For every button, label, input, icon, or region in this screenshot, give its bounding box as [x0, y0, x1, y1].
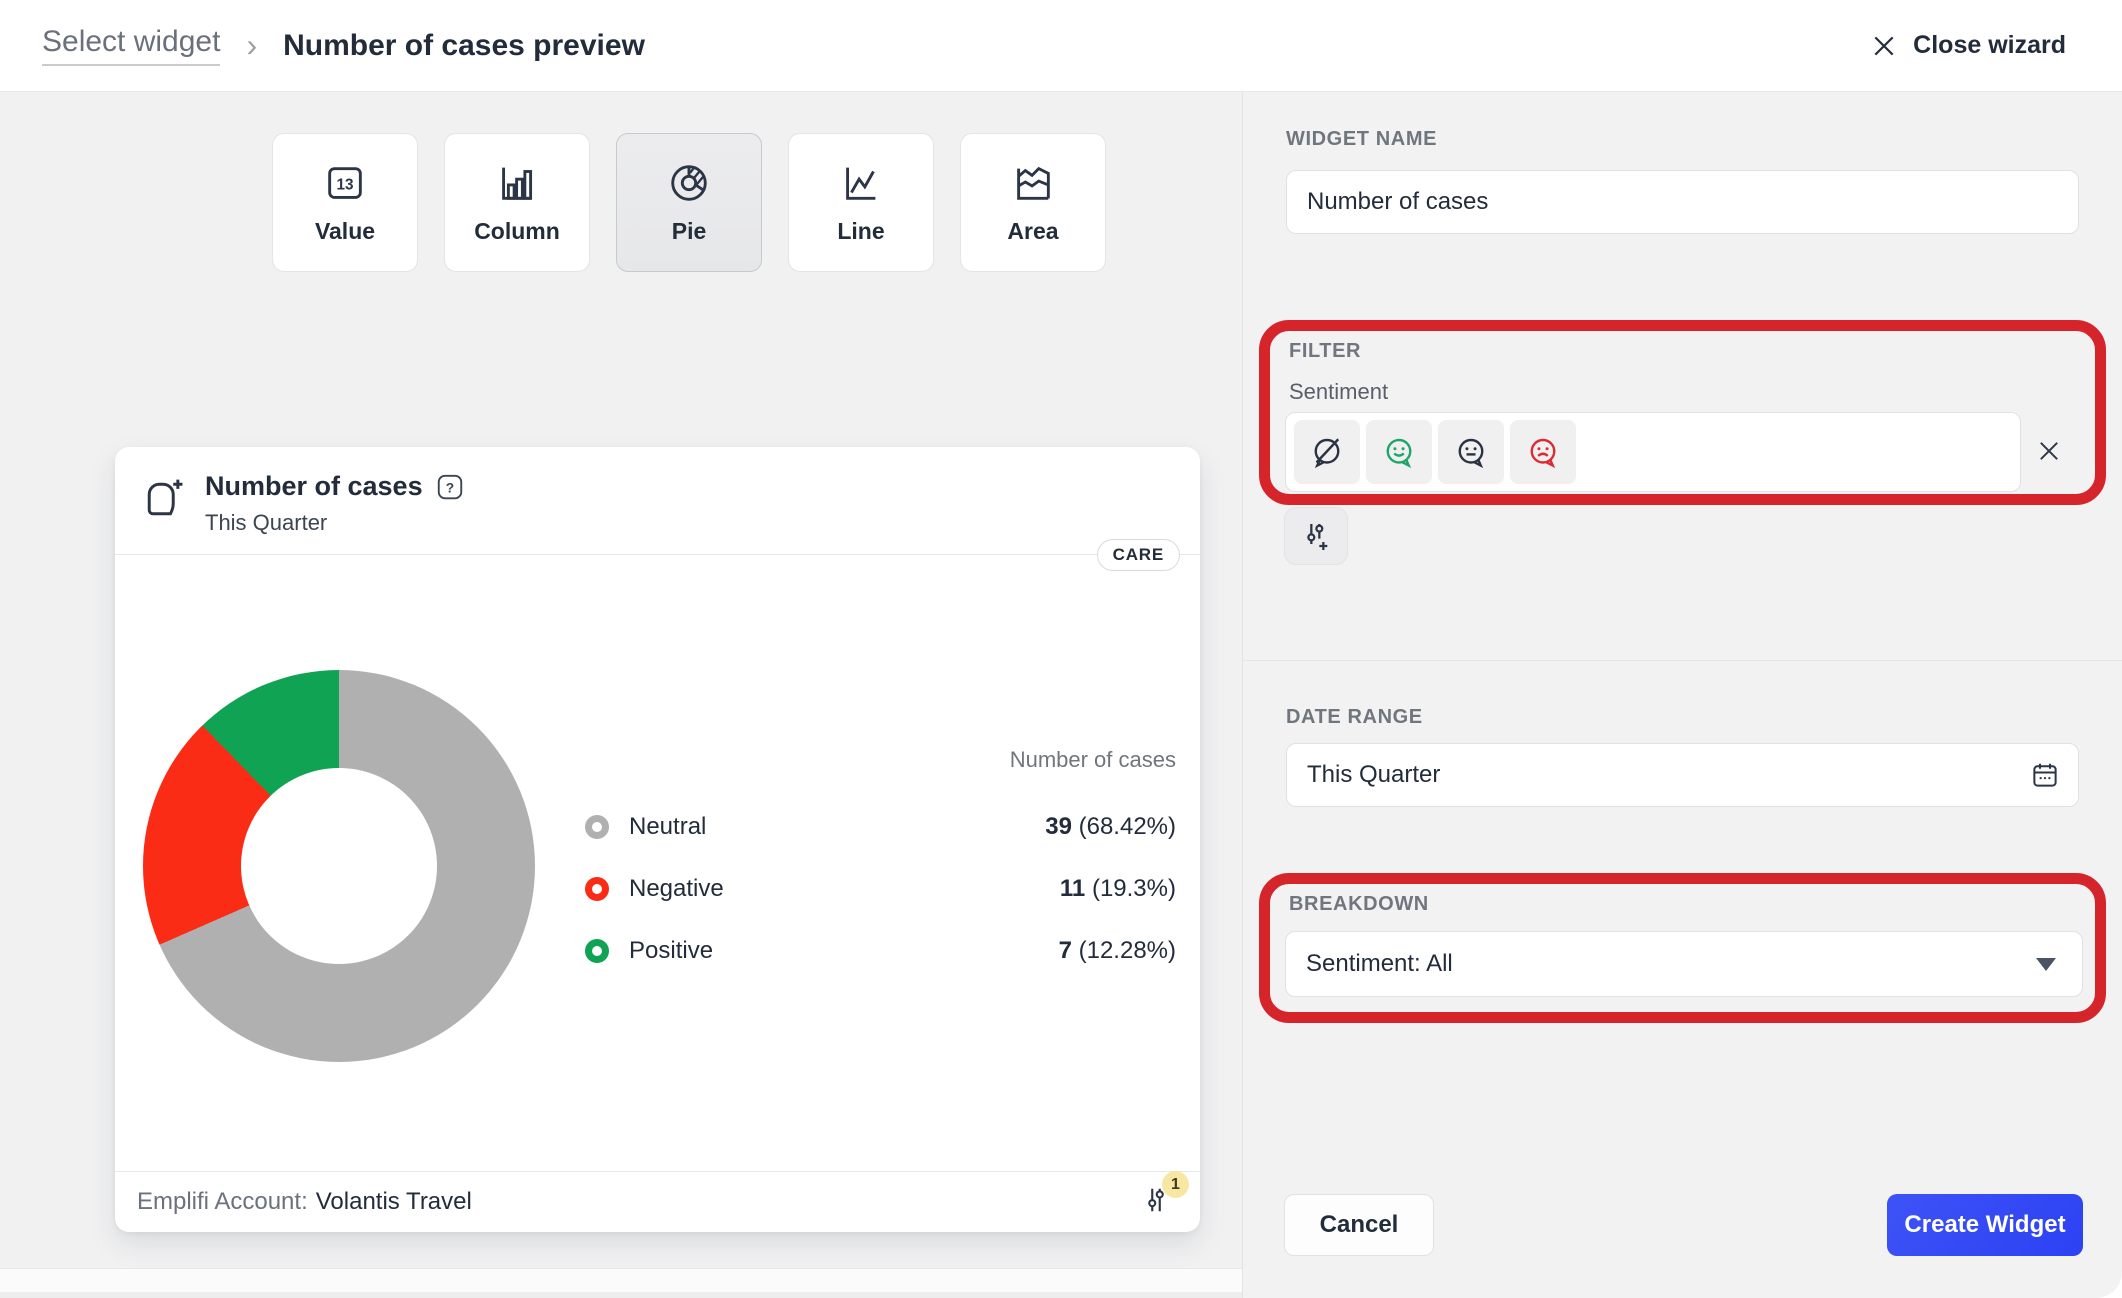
sentiment-positive-icon: [1381, 434, 1417, 470]
filter-count-badge: 1: [1162, 1171, 1189, 1198]
donut-chart: [143, 670, 535, 1062]
close-wizard-label: Close wizard: [1913, 31, 2066, 60]
remove-filter-x-icon: [2035, 437, 2063, 465]
legend-percent: (68.42%): [1079, 813, 1176, 840]
legend-row-neutral: Neutral 39 (68.42%): [585, 807, 1176, 847]
legend-value: 39: [1045, 813, 1072, 840]
chart-legend: Number of cases Neutral 39 (68.42%) Nega…: [585, 747, 1176, 993]
date-range-value: This Quarter: [1307, 761, 1440, 789]
sentiment-filter-label: Sentiment: [1289, 379, 1388, 405]
settings-panel: WIDGET NAME FILTER Sentiment: [1242, 92, 2122, 1298]
breakdown-select[interactable]: Sentiment: All: [1285, 931, 2083, 997]
sentiment-neutral-chip[interactable]: [1438, 420, 1504, 484]
sentiment-negative-icon: [1525, 434, 1561, 470]
create-widget-button[interactable]: Create Widget: [1887, 1194, 2083, 1256]
panel-divider: [1243, 660, 2122, 661]
sentiment-positive-chip[interactable]: [1366, 420, 1432, 484]
column-widget-icon: [494, 160, 540, 206]
widget-wizard: Select widget › Number of cases preview …: [0, 0, 2122, 1298]
widget-preview-card: Number of cases ? This Quarter CARE Numb…: [115, 447, 1200, 1232]
breakdown-label: BREAKDOWN: [1289, 893, 1429, 916]
top-bar: Select widget › Number of cases preview …: [0, 0, 2122, 92]
widget-type-pie[interactable]: Pie: [616, 133, 762, 272]
widget-name-input[interactable]: [1287, 188, 2078, 216]
legend-row-negative: Negative 11 (19.3%): [585, 869, 1176, 909]
card-title: Number of cases: [205, 471, 423, 502]
remove-filter-button[interactable]: [2031, 433, 2067, 469]
value-widget-icon: 13: [322, 160, 368, 206]
care-badge: CARE: [1097, 539, 1180, 571]
close-wizard-button[interactable]: Close wizard: [1871, 31, 2066, 60]
filter-section-label: FILTER: [1289, 340, 1361, 363]
sentiment-neutral-icon: [1453, 434, 1489, 470]
negative-marker-icon: [585, 877, 609, 901]
calendar-icon: [2030, 760, 2060, 790]
account-info: Emplifi Account: Volantis Travel: [137, 1188, 472, 1216]
card-divider: [115, 554, 1200, 555]
legend-label: Negative: [629, 875, 724, 903]
add-filter-icon: [1300, 520, 1332, 552]
widget-type-column[interactable]: Column: [444, 133, 590, 272]
card-date-range: This Quarter: [205, 510, 327, 536]
sentiment-unset-icon: [1309, 434, 1345, 470]
widget-type-label: Pie: [672, 218, 707, 245]
area-widget-icon: [1010, 160, 1056, 206]
close-icon: [1871, 33, 1897, 59]
donut-hole: [241, 768, 437, 964]
date-range-label: DATE RANGE: [1286, 706, 1423, 729]
widget-type-label: Area: [1007, 218, 1058, 245]
cancel-button[interactable]: Cancel: [1284, 1194, 1434, 1256]
widget-name-label: WIDGET NAME: [1286, 128, 1437, 151]
sentiment-filter-field: [1285, 412, 2021, 492]
svg-text:13: 13: [336, 176, 353, 193]
date-range-field[interactable]: This Quarter: [1286, 743, 2079, 807]
pie-widget-icon: [666, 160, 712, 206]
breakdown-value: Sentiment: All: [1306, 950, 1453, 978]
add-filter-button[interactable]: [1284, 507, 1348, 565]
card-footer: Emplifi Account: Volantis Travel 1: [115, 1171, 1200, 1232]
legend-value: 7: [1059, 937, 1072, 964]
legend-row-positive: Positive 7 (12.28%): [585, 931, 1176, 971]
legend-label: Neutral: [629, 813, 706, 841]
legend-percent: (12.28%): [1079, 937, 1176, 964]
bottom-edge: [0, 1292, 1242, 1298]
breadcrumb-select-widget[interactable]: Select widget: [42, 25, 220, 66]
positive-marker-icon: [585, 939, 609, 963]
breadcrumb-separator-icon: ›: [246, 27, 257, 64]
widget-type-label: Value: [315, 218, 375, 245]
legend-value: 11: [1060, 875, 1085, 902]
account-label: Emplifi Account:: [137, 1188, 308, 1215]
page-title: Number of cases preview: [283, 29, 645, 63]
legend-label: Positive: [629, 937, 713, 965]
sentiment-unset-chip[interactable]: [1294, 420, 1360, 484]
card-filter-button[interactable]: 1: [1141, 1185, 1175, 1219]
widget-type-area[interactable]: Area: [960, 133, 1106, 272]
help-icon[interactable]: ?: [435, 472, 465, 502]
widget-type-line[interactable]: Line: [788, 133, 934, 272]
svg-text:?: ?: [445, 480, 453, 495]
legend-column-header: Number of cases: [585, 747, 1176, 773]
widget-name-field: [1286, 170, 2079, 234]
widget-type-label: Line: [837, 218, 884, 245]
case-add-icon: [140, 475, 188, 523]
widget-type-label: Column: [474, 218, 560, 245]
widget-type-value[interactable]: 13 Value: [272, 133, 418, 272]
widget-type-selector: 13 Value Column Pie: [272, 133, 1106, 272]
legend-percent: (19.3%): [1092, 875, 1176, 902]
neutral-marker-icon: [585, 815, 609, 839]
line-widget-icon: [838, 160, 884, 206]
chevron-down-icon: [2036, 958, 2056, 971]
account-value: Volantis Travel: [316, 1188, 472, 1215]
sentiment-negative-chip[interactable]: [1510, 420, 1576, 484]
card-header: Number of cases ? This Quarter: [115, 447, 1200, 554]
